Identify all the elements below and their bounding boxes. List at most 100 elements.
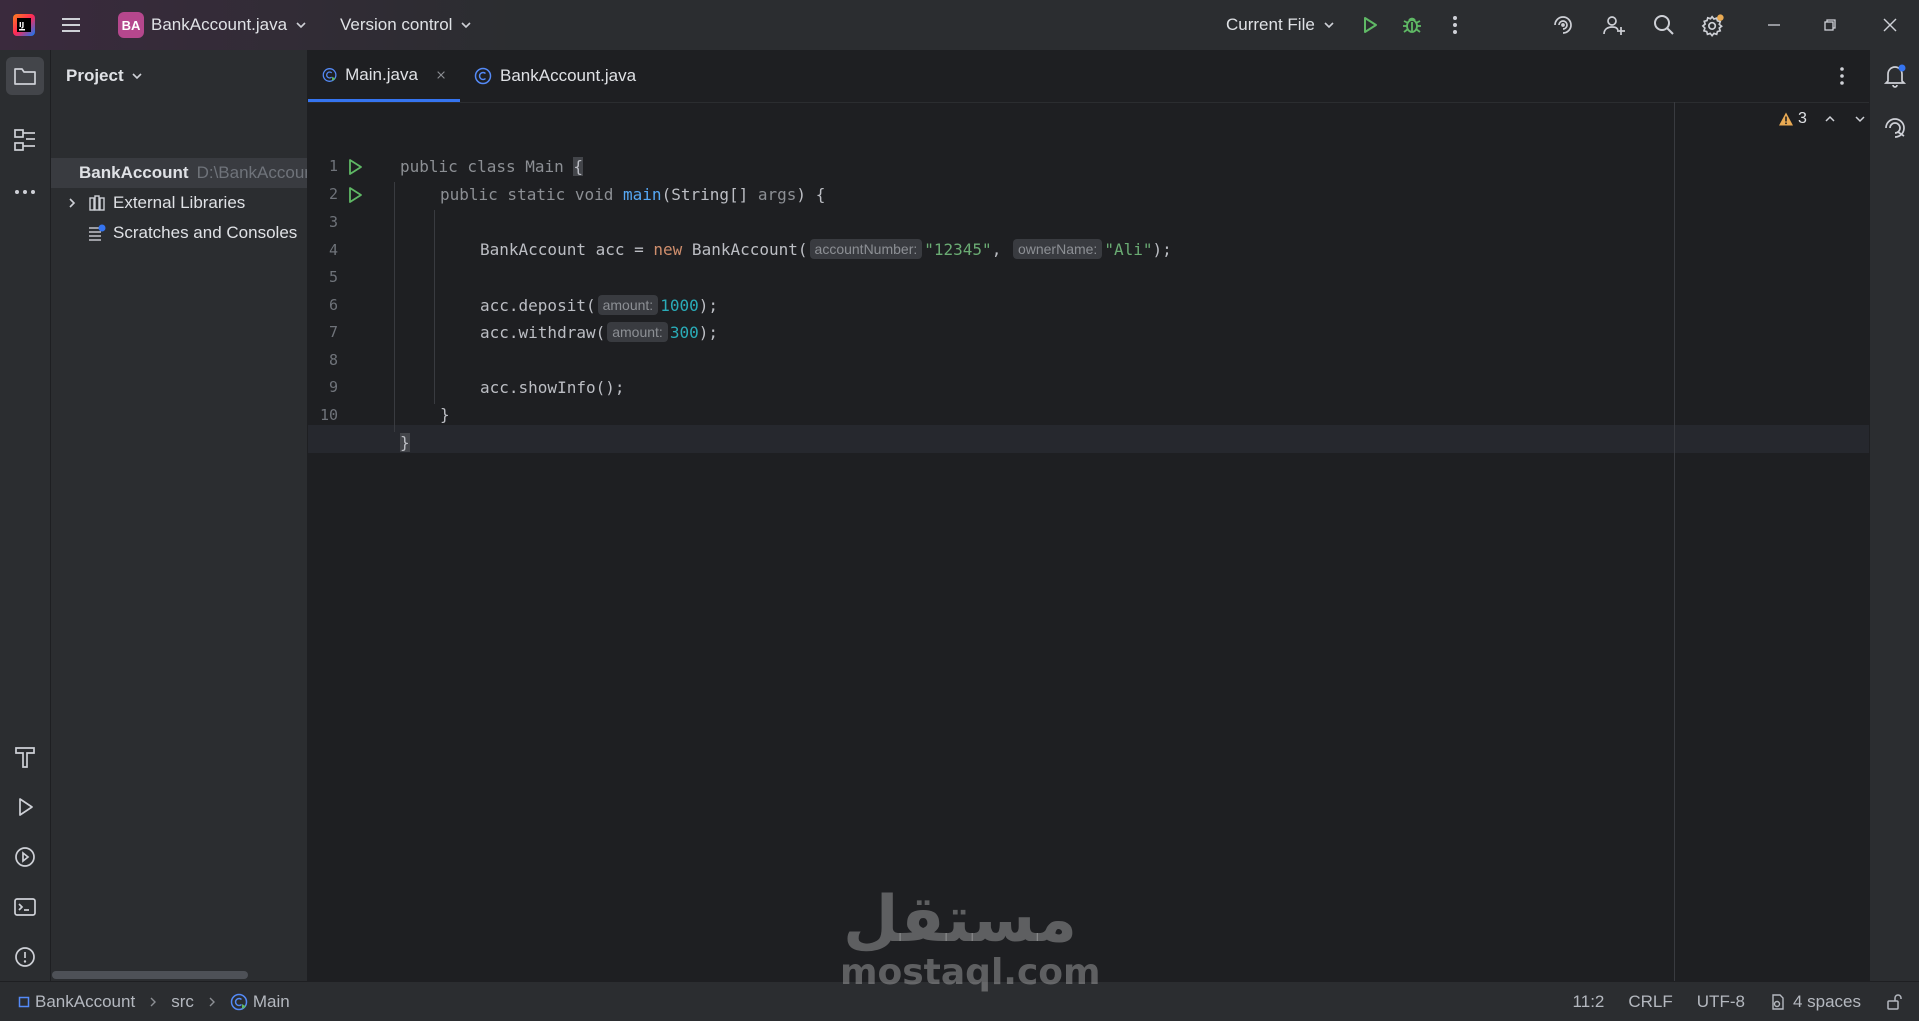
ai-assistant-icon[interactable] [1551, 13, 1575, 37]
indent-settings[interactable]: 4 spaces [1769, 992, 1861, 1012]
code-token: main [623, 185, 662, 204]
parameter-hint: amount: [597, 295, 659, 315]
breadcrumb-separator-icon [150, 997, 157, 1006]
debug-icon[interactable] [1400, 13, 1424, 37]
notifications-bell-icon[interactable] [1882, 63, 1908, 89]
read-only-lock-icon[interactable] [1885, 993, 1903, 1011]
line-number: 4 [328, 241, 338, 259]
close-window-icon[interactable] [1878, 13, 1902, 37]
close-tab-icon[interactable] [436, 69, 446, 81]
code-token: ) { [796, 185, 826, 204]
run-icon[interactable] [1358, 13, 1382, 37]
code-token: BankAccount acc = [480, 240, 654, 259]
more-tool-windows-icon[interactable] [12, 179, 38, 205]
library-icon [89, 195, 105, 211]
version-control-menu[interactable]: Version control [334, 7, 479, 43]
code-area[interactable]: public class Main { public static void m… [308, 102, 1869, 981]
terminal-icon[interactable] [12, 894, 38, 920]
run-tool-icon[interactable] [12, 794, 38, 820]
breadcrumb-module[interactable]: BankAccount [18, 992, 135, 1012]
left-tool-window-bar [0, 50, 51, 1018]
code-line-2: public static void main(String[] args) { [440, 181, 825, 209]
tab-label: BankAccount.java [500, 66, 637, 85]
code-token: public class Main [400, 157, 574, 176]
chevron-down-icon [296, 22, 306, 29]
problems-icon[interactable] [12, 944, 38, 970]
tree-item-external-libraries[interactable]: External Libraries [51, 188, 307, 218]
run-class-gutter-icon[interactable] [346, 158, 364, 176]
structure-tool-icon[interactable] [12, 127, 38, 153]
breadcrumb-main[interactable]: Main [230, 992, 290, 1012]
code-line-4: BankAccount acc = new BankAccount(accoun… [480, 236, 1172, 264]
parameter-hint: accountNumber: [809, 239, 923, 259]
main-menu-icon[interactable] [60, 14, 82, 36]
code-token: 300 [669, 323, 699, 342]
line-number: 3 [328, 213, 338, 231]
tab-bankaccount-java[interactable]: BankAccount.java [460, 50, 650, 102]
code-line-11: } [400, 429, 410, 457]
java-class-icon [474, 67, 492, 85]
restore-window-icon[interactable] [1818, 13, 1842, 37]
project-view-selector[interactable]: Project [66, 66, 144, 86]
watermark-latin: mostaql.com [840, 952, 1101, 993]
horizontal-scrollbar[interactable] [52, 971, 248, 979]
run-main-gutter-icon[interactable] [346, 186, 364, 204]
editor-more-options-icon[interactable] [1831, 65, 1853, 87]
build-hammer-icon[interactable] [12, 744, 38, 770]
status-widgets: 11:2 CRLF UTF-8 4 spaces [1573, 982, 1903, 1021]
tab-label: Main.java [345, 64, 418, 84]
line-number: 8 [328, 351, 338, 369]
project-tool-icon[interactable] [6, 57, 44, 95]
tab-main-java[interactable]: Main.java [308, 50, 460, 102]
code-token: new [653, 240, 683, 259]
tree-item-bankaccount[interactable]: BankAccount D:\BankAccount [51, 158, 307, 188]
code-line-10: } [440, 401, 450, 429]
tree-item-label: External Libraries [113, 193, 246, 212]
chevron-down-icon [461, 22, 472, 29]
code-token: acc.showInfo(); [480, 378, 625, 397]
module-icon [18, 996, 30, 1007]
run-configuration-selector[interactable]: Current File [1220, 7, 1342, 43]
line-number: 9 [328, 378, 338, 396]
line-separator[interactable]: CRLF [1628, 992, 1672, 1012]
line-number: 10 [319, 406, 338, 424]
line-number: 2 [328, 185, 338, 203]
search-icon[interactable] [1652, 13, 1676, 37]
ai-chat-icon[interactable] [1882, 114, 1908, 140]
watermark: مستقل mostaql.com [840, 883, 1101, 993]
code-token: ); [698, 296, 718, 315]
svg-text:IJ: IJ [19, 21, 24, 29]
caret-position[interactable]: 11:2 [1573, 992, 1605, 1012]
file-encoding[interactable]: UTF-8 [1697, 992, 1745, 1012]
breadcrumb-label: src [171, 991, 194, 1011]
project-switcher[interactable]: BA BankAccount.java [112, 7, 314, 43]
run-configuration-label: Current File [1226, 15, 1315, 34]
minimize-icon[interactable] [1762, 13, 1786, 37]
indent-guide [394, 182, 395, 432]
version-control-label: Version control [340, 15, 453, 34]
right-margin-guide [1674, 102, 1675, 981]
code-token: BankAccount( [682, 240, 808, 259]
watermark-arabic: مستقل [842, 883, 1078, 957]
indent-label: 4 spaces [1792, 991, 1861, 1011]
line-number: 6 [328, 296, 338, 314]
breadcrumb-label: BankAccount [35, 991, 136, 1011]
tree-item-scratches-and-consoles[interactable]: Scratches and Consoles [51, 218, 307, 248]
editor: Main.java BankAccount.java 3 1 2 3 4 5 6… [308, 50, 1869, 981]
add-user-icon[interactable] [1602, 13, 1626, 37]
chevron-right-icon[interactable] [65, 196, 79, 210]
more-actions-icon[interactable] [1443, 13, 1467, 37]
java-class-run-icon [230, 993, 248, 1010]
services-icon[interactable] [12, 844, 38, 870]
intellij-logo-icon[interactable]: IJ [12, 13, 36, 37]
line-number: 5 [328, 268, 338, 286]
code-line-6: acc.deposit(amount: 1000); [480, 292, 718, 320]
code-token: "12345" [924, 240, 992, 259]
breadcrumb-src[interactable]: src [171, 992, 194, 1012]
code-token: args [757, 185, 797, 204]
scratches-icon [89, 224, 106, 241]
chevron-down-icon [1324, 22, 1334, 29]
settings-gear-icon[interactable] [1701, 13, 1725, 38]
line-number: 7 [328, 323, 338, 341]
code-token: } [440, 405, 450, 424]
